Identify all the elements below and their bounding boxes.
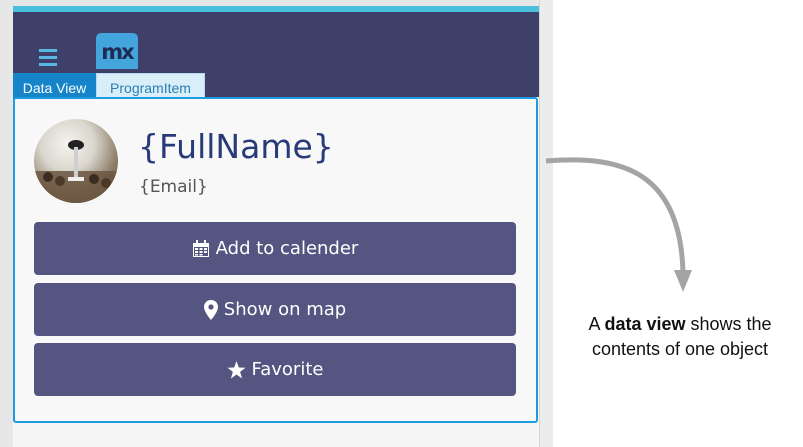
favorite-label: Favorite (251, 359, 324, 380)
hamburger-menu-icon[interactable] (39, 49, 61, 66)
star-icon (227, 360, 246, 379)
map-marker-icon (203, 299, 218, 320)
annotation-caption: A data view shows the contents of one ob… (560, 312, 800, 362)
avatar (34, 119, 118, 203)
annotation-pre: A (588, 314, 605, 334)
show-on-map-button[interactable]: Show on map (34, 283, 516, 336)
app-screen: mx Data View ProgramItem {FullName} {Ema… (13, 6, 539, 447)
show-on-map-label: Show on map (223, 299, 347, 320)
data-view-container: {FullName} {Email} Add to calender Show … (13, 97, 538, 423)
annotation-bold: data view (604, 314, 686, 334)
add-to-calendar-label: Add to calender (215, 238, 359, 259)
calendar-icon (192, 239, 210, 258)
full-name-text: {FullName} (138, 127, 334, 166)
favorite-button[interactable]: Favorite (34, 343, 516, 396)
app-header: mx Data View ProgramItem (13, 12, 539, 103)
email-text: {Email} (139, 177, 208, 197)
mendix-logo: mx (96, 33, 138, 69)
annotation-line2: contents of one object (591, 339, 769, 359)
annotation-arrow-icon (545, 157, 692, 292)
device-frame: mx Data View ProgramItem {FullName} {Ema… (0, 0, 553, 447)
add-to-calendar-button[interactable]: Add to calender (34, 222, 516, 275)
annotation-post: shows the (685, 314, 772, 334)
